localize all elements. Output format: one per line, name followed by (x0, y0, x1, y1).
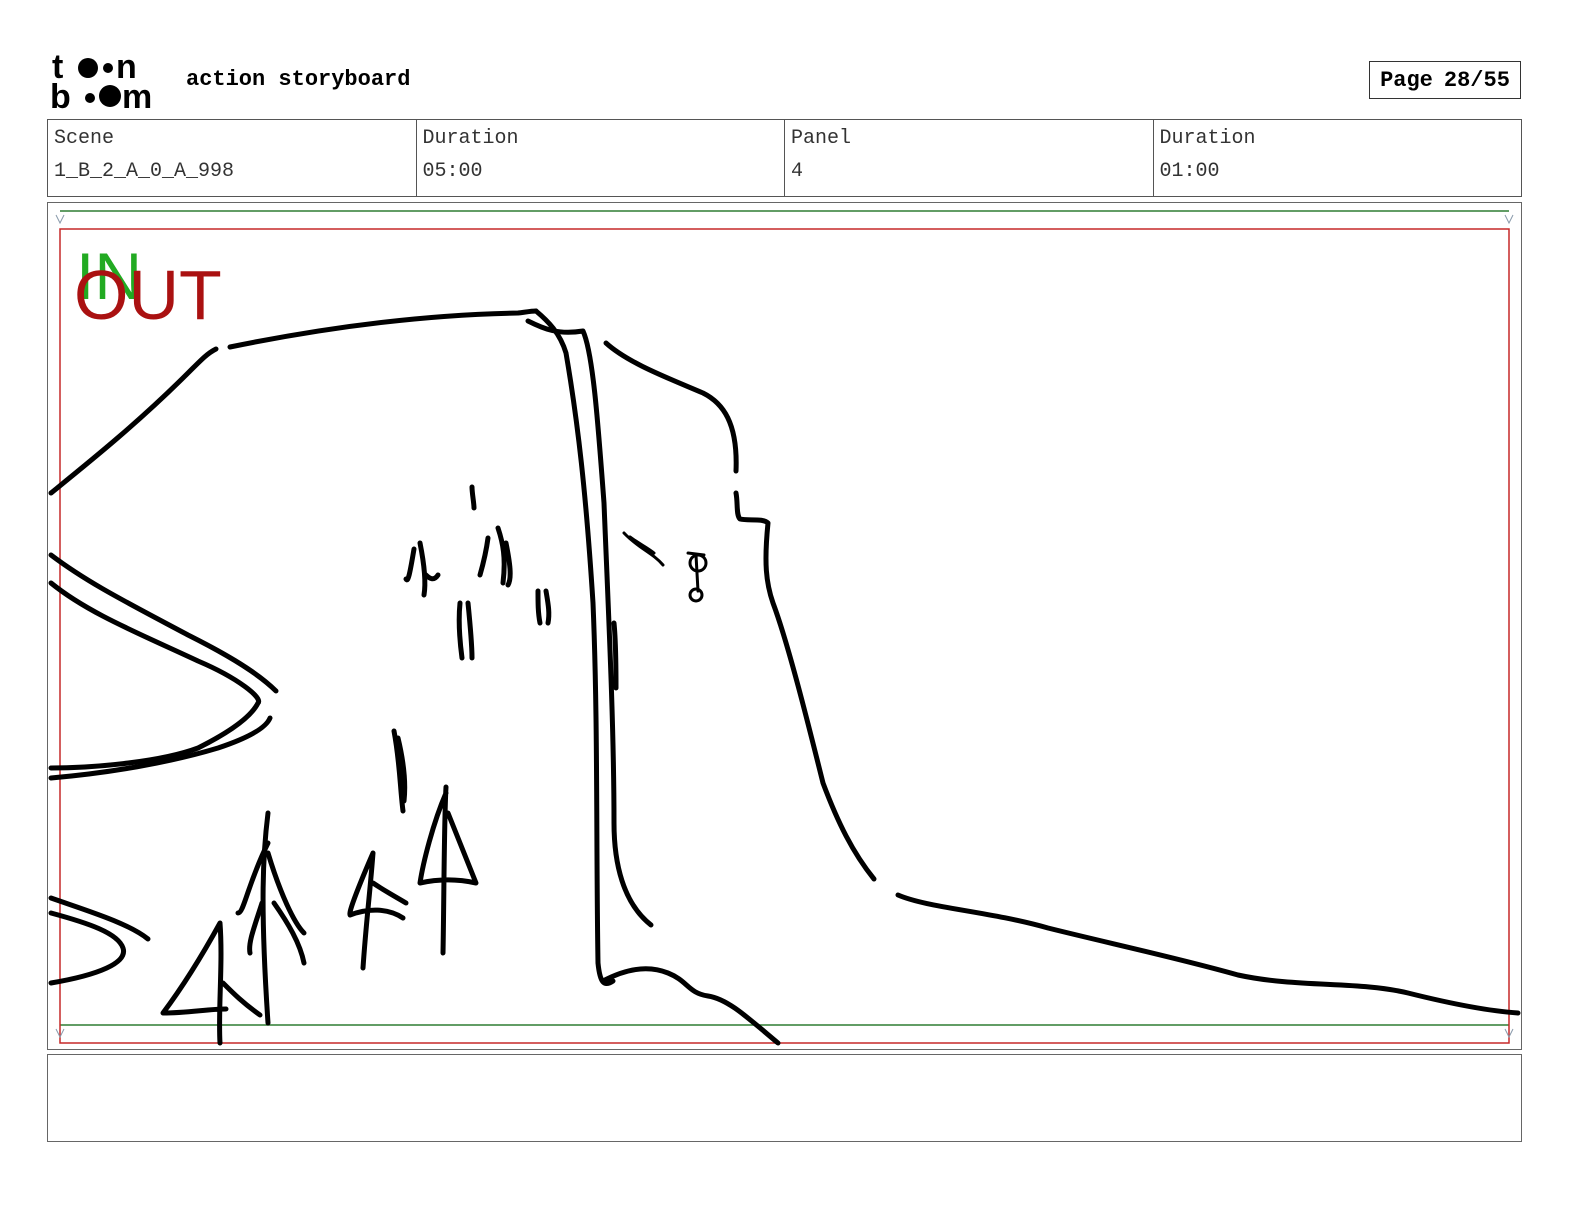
mesa-left-slope (48, 346, 219, 496)
distant-speck (469, 484, 477, 511)
panel-duration-cell: Duration 01:00 (1154, 120, 1522, 196)
tree-tall (417, 784, 479, 956)
cyclist-wheel (688, 587, 704, 603)
logo-m: m (122, 78, 152, 112)
plateau-face (733, 490, 877, 882)
panel-sketch: IN OUT (48, 210, 1521, 1046)
distant-figures-d (477, 525, 513, 588)
corner-marker (55, 214, 65, 225)
cliff-edge-inner (533, 308, 616, 987)
logo-dot (103, 63, 113, 73)
scene-cell: Scene 1_B_2_A_0_A_998 (48, 120, 417, 196)
panel-value: 4 (791, 160, 804, 183)
panel-label: Panel (791, 127, 852, 150)
logo-dot (78, 58, 98, 78)
logo-dot (99, 85, 121, 107)
logo-dot (85, 93, 95, 103)
panel-notes[interactable] (47, 1054, 1522, 1142)
river-upper-b (48, 580, 262, 771)
distant-figures-c (456, 600, 475, 661)
ground-line (895, 892, 1521, 1016)
document-title: action storyboard (186, 67, 411, 92)
scene-duration-cell: Duration 05:00 (417, 120, 785, 196)
panel-duration-value: 01:00 (1159, 160, 1220, 183)
cliff-detail (611, 620, 619, 691)
river-bottom-b (48, 910, 126, 986)
scene-value: 1_B_2_A_0_A_998 (54, 160, 235, 183)
panel-cell: Panel 4 (785, 120, 1154, 196)
distant-figures-e (535, 588, 552, 626)
page-number: 28/55 (1443, 67, 1510, 93)
scene-duration-label: Duration (422, 127, 519, 150)
scene-duration-value: 05:00 (422, 160, 483, 183)
storyboard-panel: IN OUT (47, 202, 1522, 1050)
scene-label: Scene (54, 127, 115, 150)
page-indicator: Page 28/55 (1369, 61, 1521, 99)
out-label: OUT (74, 256, 222, 334)
logo-b: b (50, 78, 71, 112)
mesa-top (227, 308, 539, 350)
toon-boom-logo: t n b m (50, 48, 165, 116)
panel-info-table: Scene 1_B_2_A_0_A_998 Duration 05:00 Pan… (47, 119, 1522, 197)
sketch-strokes (48, 308, 1521, 1046)
tree-branches (235, 840, 307, 966)
bottom-slope (600, 966, 781, 1046)
river-upper-a (48, 552, 279, 694)
cyclist-sketch (622, 531, 665, 567)
logo-mark: t n b m (50, 48, 152, 116)
page-label: Page (1380, 67, 1433, 93)
panel-duration-label: Duration (1159, 127, 1256, 150)
tree-mid (347, 850, 409, 971)
plateau-edge (603, 340, 739, 474)
corner-marker (1504, 214, 1514, 225)
distant-figures-b (391, 728, 408, 814)
distant-figures (403, 540, 441, 598)
